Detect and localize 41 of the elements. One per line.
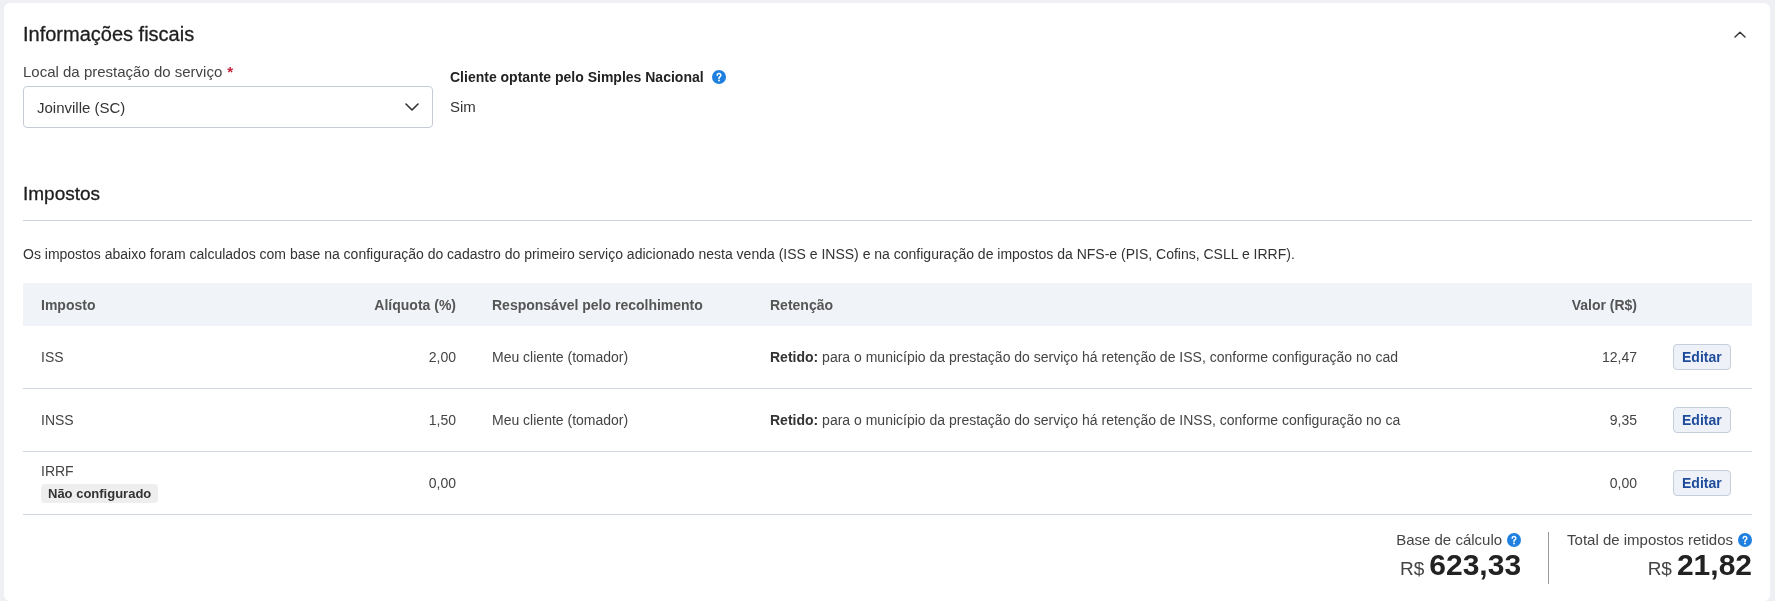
help-icon[interactable] (1507, 533, 1522, 547)
edit-button[interactable]: Editar (1673, 344, 1731, 370)
summary-label: Total de impostos retidos (1567, 530, 1733, 550)
edit-button[interactable]: Editar (1673, 407, 1731, 433)
column-header: Imposto (41, 296, 96, 313)
summary-amount: 623,33 (1429, 550, 1522, 580)
rate-value: 1,50 (428, 412, 456, 428)
tax-amount: 12,47 (1601, 349, 1637, 365)
chevron-down-icon (405, 103, 419, 111)
section-title: Informações fiscais (23, 22, 195, 47)
field-label: Cliente optante pelo Simples Nacional (450, 68, 704, 87)
edit-button[interactable]: Editar (1673, 470, 1731, 496)
tax-amount: 0,00 (1609, 475, 1637, 491)
responsible-party: Meu cliente (tomador) (492, 412, 629, 428)
help-icon[interactable] (1738, 533, 1752, 547)
column-header: Retenção (770, 296, 834, 313)
currency-symbol: R$ (1647, 557, 1672, 581)
field-value: Sim (450, 97, 477, 117)
help-icon[interactable] (711, 70, 726, 84)
required-mark: * (227, 62, 234, 82)
tax-name: INSS (41, 412, 74, 428)
chevron-up-icon[interactable] (1734, 30, 1746, 38)
tax-name: IRRF (41, 463, 74, 479)
summary-amount: 21,82 (1676, 550, 1752, 580)
retention-note: Retido: para o município da prestação do serviço há retenção de ISS, conforme configuração no cad (770, 349, 1398, 365)
rate-value: 0,00 (428, 475, 456, 491)
section-subtitle: Impostos (23, 182, 102, 206)
column-header: Alíquota (%) (374, 296, 456, 313)
status-badge: Não configurado (41, 484, 159, 503)
tax-name: ISS (41, 349, 64, 365)
tax-amount: 9,35 (1609, 412, 1637, 428)
retention-note: Retido: para o município da prestação do serviço há retenção de INSS, conforme configuração no ca (770, 412, 1401, 428)
description-text: Os impostos abaixo foram calculados com base na configuração do cadastro do primeiro serviço adicionado nesta venda (ISS e INSS) e na configuração de impostos da NFS-e (PIS, Cofins, CSLL e IRRF). (23, 245, 1296, 264)
location-select[interactable]: Joinville (SC) (23, 86, 433, 128)
rate-value: 2,00 (428, 349, 456, 365)
field-label: Local da prestação do serviço (23, 62, 223, 82)
responsible-party: Meu cliente (tomador) (492, 349, 629, 365)
currency-symbol: R$ (1400, 557, 1425, 581)
column-header: Responsável pelo recolhimento (492, 296, 703, 313)
summary-label: Base de cálculo (1396, 530, 1503, 550)
column-header: Valor (R$) (1571, 296, 1637, 313)
